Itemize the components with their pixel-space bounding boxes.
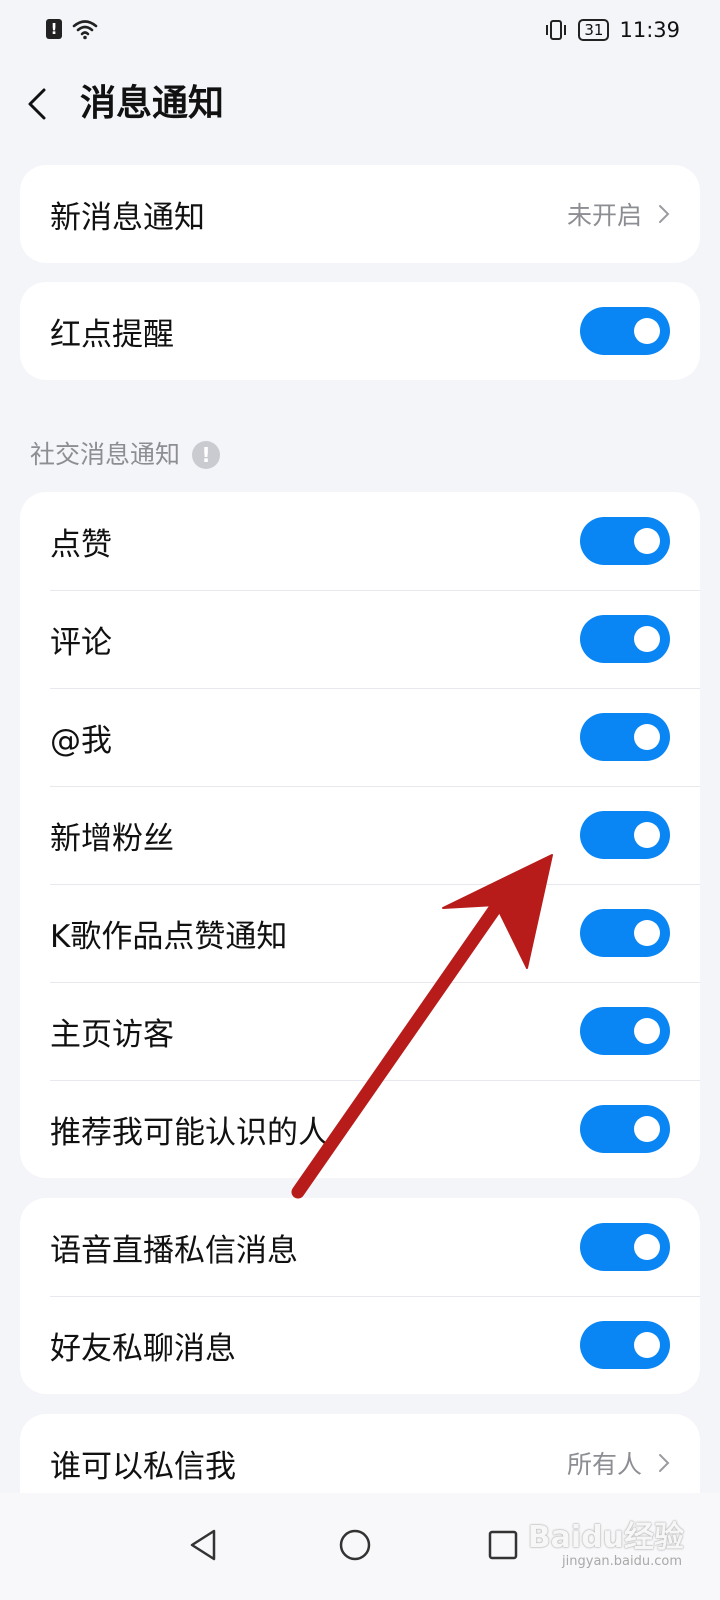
row-label: 点赞 xyxy=(50,526,112,563)
setting-row-profile-visitors: 主页访客 xyxy=(20,982,700,1080)
watermark: Baidu经验 xyxy=(527,1520,684,1555)
home-circle-icon[interactable] xyxy=(333,1523,377,1567)
chevron-right-icon xyxy=(659,205,670,223)
page-title: 消息通知 xyxy=(80,83,225,124)
vibrate-icon xyxy=(546,20,567,40)
battery-level: 31 xyxy=(584,21,604,39)
toggle-knob xyxy=(634,1332,660,1358)
row-label: 评论 xyxy=(50,624,112,661)
toggle-knob xyxy=(634,920,660,946)
voice-live-dm-toggle[interactable] xyxy=(580,1223,670,1271)
toggle-knob xyxy=(634,822,660,848)
recommend-people-toggle[interactable] xyxy=(580,1105,670,1153)
section-title: 社交消息通知 xyxy=(30,440,181,469)
toggle-knob xyxy=(634,318,660,344)
friend-chat-toggle[interactable] xyxy=(580,1321,670,1369)
back-triangle-icon[interactable] xyxy=(182,1523,226,1567)
row-label: @我 xyxy=(50,722,112,759)
row-label: 红点提醒 xyxy=(50,316,174,353)
setting-row-comments: 评论 xyxy=(20,590,700,688)
info-icon[interactable]: ! xyxy=(192,441,221,469)
row-label: 新增粉丝 xyxy=(50,820,174,857)
profile-visitors-toggle[interactable] xyxy=(580,1007,670,1055)
row-label: 谁可以私信我 xyxy=(50,1448,236,1485)
red-dot-toggle[interactable] xyxy=(580,307,670,355)
setting-row-likes: 点赞 xyxy=(20,492,700,590)
new-followers-toggle[interactable] xyxy=(580,811,670,859)
toggle-knob xyxy=(634,1234,660,1260)
likes-toggle[interactable] xyxy=(580,517,670,565)
new-message-card: 新消息通知 未开启 xyxy=(20,165,700,263)
row-label: 推荐我可能认识的人 xyxy=(50,1114,329,1151)
comments-toggle[interactable] xyxy=(580,615,670,663)
setting-row-new-followers: 新增粉丝 xyxy=(20,786,700,884)
setting-row-karaoke-likes: K歌作品点赞通知 xyxy=(20,884,700,982)
status-time: 11:39 xyxy=(619,18,680,42)
toggle-knob xyxy=(634,1116,660,1142)
back-chevron-icon[interactable] xyxy=(22,84,52,124)
row-value: 未开启 xyxy=(566,201,642,230)
recents-square-icon[interactable] xyxy=(481,1523,525,1567)
toggle-knob xyxy=(634,626,660,652)
wifi-icon xyxy=(72,20,98,40)
red-dot-card: 红点提醒 xyxy=(20,282,700,380)
battery-icon: 31 xyxy=(578,19,610,41)
row-label: 新消息通知 xyxy=(50,199,205,236)
privacy-card: 谁可以私信我 所有人 xyxy=(20,1414,700,1494)
new-message-notification-row[interactable]: 新消息通知 未开启 xyxy=(20,165,700,263)
toggle-knob xyxy=(634,1018,660,1044)
karaoke-likes-toggle[interactable] xyxy=(580,909,670,957)
chevron-right-icon xyxy=(659,1454,670,1472)
toggle-knob xyxy=(634,724,660,750)
section-header: 社交消息通知 ! xyxy=(30,437,221,473)
setting-row-voice-live-dm: 语音直播私信消息 xyxy=(20,1198,700,1296)
status-bar: ! 31 11:39 xyxy=(0,0,720,62)
setting-row-mentions: @我 xyxy=(20,688,700,786)
red-dot-row: 红点提醒 xyxy=(20,282,700,380)
warning-icon: ! xyxy=(46,19,62,39)
setting-row-friend-chat: 好友私聊消息 xyxy=(20,1296,700,1394)
watermark-url: jingyan.baidu.com xyxy=(562,1554,682,1569)
row-value: 所有人 xyxy=(566,1450,642,1479)
toggle-knob xyxy=(634,528,660,554)
row-label: 好友私聊消息 xyxy=(50,1330,236,1367)
row-label: 语音直播私信消息 xyxy=(50,1232,298,1269)
row-label: K歌作品点赞通知 xyxy=(50,918,288,955)
page-header: 消息通知 xyxy=(0,62,720,146)
row-label: 主页访客 xyxy=(50,1016,174,1053)
message-card: 语音直播私信消息 好友私聊消息 xyxy=(20,1198,700,1394)
mentions-toggle[interactable] xyxy=(580,713,670,761)
who-can-message-row[interactable]: 谁可以私信我 所有人 xyxy=(20,1414,700,1494)
setting-row-recommend-people: 推荐我可能认识的人 xyxy=(20,1080,700,1178)
social-notifications-card: 点赞 评论 @我 新增粉丝 K歌作品点赞通知 主页访客 推荐我可能认识的人 xyxy=(20,492,700,1178)
